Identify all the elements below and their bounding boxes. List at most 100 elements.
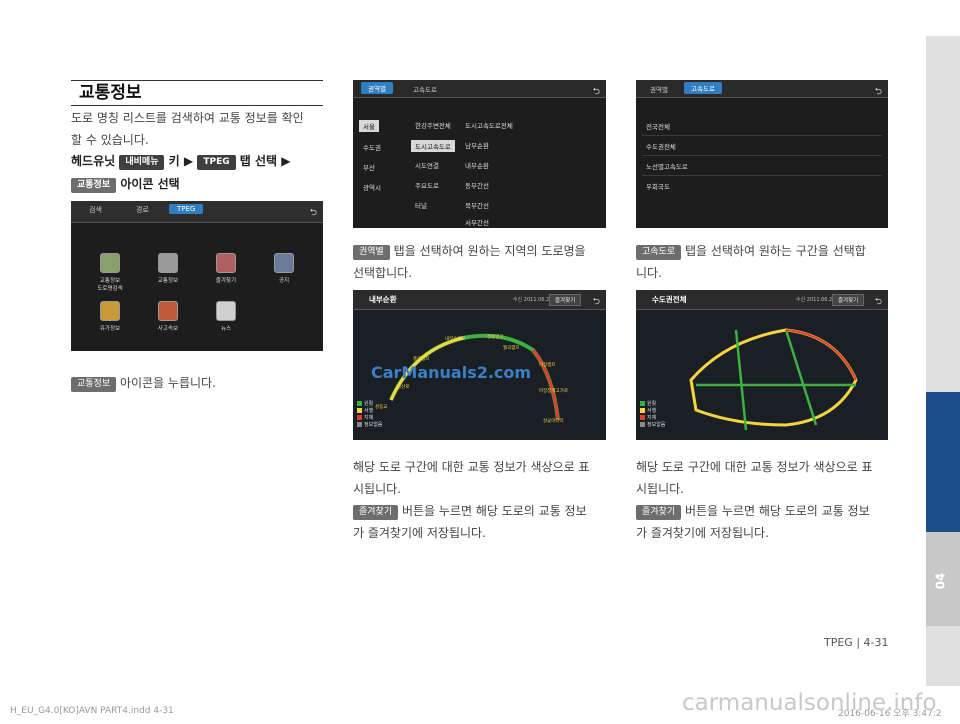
road-dongbu[interactable]: 동부간선 xyxy=(465,180,489,190)
road-segment-jam xyxy=(785,329,857,381)
legend-none: 정보없음 xyxy=(357,421,382,428)
cone-icon xyxy=(158,301,178,321)
highway-note-text: 탭을 선택하여 원하는 구간을 선택합 xyxy=(684,244,866,258)
head-unit-label: 헤드유닛 xyxy=(71,154,116,168)
road-tunnel[interactable]: 터널 xyxy=(415,200,427,210)
intro-line-2: 할 수 있습니다. xyxy=(71,133,149,147)
item-label: 교통정보 도로명검색 xyxy=(97,278,123,292)
notice-button[interactable]: 공지 xyxy=(259,253,309,284)
item-label: 공지 xyxy=(278,278,290,284)
fuel-icon xyxy=(100,301,120,321)
map-label: 홍은램프 xyxy=(413,357,430,362)
tab-highway[interactable]: 고속도로 xyxy=(684,82,722,94)
item-label: 교통정보 xyxy=(157,278,179,284)
region-busan[interactable]: 부산 xyxy=(363,162,375,172)
right-map-description: 해당 도로 구간에 대한 교통 정보가 색상으로 표 시됩니다. 즐겨찾기 버튼… xyxy=(636,456,892,544)
divider xyxy=(642,175,882,176)
step-line-2: 교통정보 아이콘 선택 xyxy=(71,173,331,195)
legend-smooth: 원활 xyxy=(640,400,665,407)
traffic-info-button[interactable]: 교통정보 xyxy=(143,253,193,284)
tpeg-tabbar: 검색 경로 TPEG ⮌ xyxy=(71,201,323,223)
map-label: 살곶이다리 xyxy=(543,419,564,424)
highway-note: 고속도로 탭을 선택하여 원하는 구간을 선택합 니다. xyxy=(636,240,892,284)
chapter-number: 04 xyxy=(933,572,948,590)
traffic-info-tag: 교통정보 xyxy=(71,377,117,392)
press-note: 교통정보 아이콘을 누릅니다. xyxy=(71,372,331,394)
press-note-text: 아이콘을 누릅니다. xyxy=(119,376,216,390)
traffic-light-icon xyxy=(158,253,178,273)
tab-search[interactable]: 검색 xyxy=(89,205,102,215)
tpeg-menu-screenshot: 검색 경로 TPEG ⮌ 교통정보 도로명검색 교통정보 즐겨찾기 공지 유가정… xyxy=(71,201,323,351)
legend-slow: 서행 xyxy=(640,407,665,414)
road-urban-expressway[interactable]: 도시고속도로 xyxy=(411,140,455,152)
highway-tabbar: 권역별 고속도로 ⮌ xyxy=(636,80,888,98)
road-bukbu[interactable]: 북부간선 xyxy=(465,200,489,210)
intro-line-1: 도로 명칭 리스트를 검색하여 교통 정보를 확인 xyxy=(71,111,304,125)
desc-line: 해당 도로 구간에 대한 교통 정보가 색상으로 표 xyxy=(636,460,873,474)
step-line-1: 헤드유닛 내비메뉴 키 ▶ TPEG 탭 선택 ▶ xyxy=(71,150,331,172)
road-main[interactable]: 주요도로 xyxy=(415,180,439,190)
divider xyxy=(642,135,882,136)
highway-detour[interactable]: 우회국도 xyxy=(646,181,670,191)
legend-slow: 서행 xyxy=(357,407,382,414)
road-seobu[interactable]: 서부간선 xyxy=(465,217,489,227)
tab-tpeg[interactable]: TPEG xyxy=(169,204,204,214)
tab-highway[interactable]: 고속도로 xyxy=(413,84,437,94)
region-metro[interactable]: 광역시 xyxy=(363,182,381,192)
favorites-button[interactable]: 즐겨찾기 xyxy=(201,253,251,284)
megaphone-icon xyxy=(274,253,294,273)
desc-line: 시됩니다. xyxy=(353,482,401,496)
region-note-line-1: 권역별 탭을 선택하여 원하는 지역의 도로명을 xyxy=(353,240,609,262)
site-watermark: carmanualsonline.info xyxy=(682,690,937,716)
highway-list-screenshot: 권역별 고속도로 ⮌ 전국전체 수도권전체 노선별고속도로 우회국도 xyxy=(636,80,888,228)
icon-select-label: 아이콘 선택 xyxy=(120,177,180,191)
map-legend: 원활 서행 지체 정보없음 xyxy=(640,400,665,428)
region-list-screenshot: 권역별 고속도로 ⮌ 서울 수도권 부산 광역시 한강주변전체 도시고속도로 시… xyxy=(353,80,606,228)
tab-region[interactable]: 권역별 xyxy=(650,84,668,94)
desc-line: 가 즐겨찾기에 저장됩니다. xyxy=(636,526,769,540)
desc-line: 가 즐겨찾기에 저장됩니다. xyxy=(353,526,486,540)
road-segment-jam xyxy=(531,349,560,421)
print-imprint: H_EU_G4.0[KO]AVN PART4.indd 4-31 xyxy=(10,706,174,716)
back-icon[interactable]: ⮌ xyxy=(875,84,882,100)
fuel-price-button[interactable]: 유가정보 xyxy=(85,301,135,332)
region-capital[interactable]: 수도권 xyxy=(363,142,381,152)
region-tabbar: 권역별 고속도로 ⮌ xyxy=(353,80,606,98)
road-ring-slow xyxy=(689,328,858,427)
item-label: 사고속보 xyxy=(157,326,179,332)
road-nambu[interactable]: 남부순환 xyxy=(465,140,489,150)
tab-region[interactable]: 권역별 xyxy=(361,82,393,94)
highway-by-route[interactable]: 노선별고속도로 xyxy=(646,161,688,171)
desc-line: 즐겨찾기 버튼을 누르면 해당 도로의 교통 정보 xyxy=(353,500,609,522)
region-note-line-2: 선택합니다. xyxy=(353,266,413,280)
desc-line: 해당 도로 구간에 대한 교통 정보가 색상으로 표 xyxy=(353,460,590,474)
road-expressway-all[interactable]: 도시고속도로전체 xyxy=(465,120,513,130)
tab-route[interactable]: 경로 xyxy=(136,205,149,215)
item-label: 유가정보 xyxy=(99,326,121,332)
region-seoul[interactable]: 서울 xyxy=(359,120,379,132)
desc-line: 즐겨찾기 버튼을 누르면 해당 도로의 교통 정보 xyxy=(636,500,892,522)
region-note-text: 탭을 선택하여 원하는 지역의 도로명을 xyxy=(393,244,586,258)
left-map-description: 해당 도로 구간에 대한 교통 정보가 색상으로 표 시됩니다. 즐겨찾기 버튼… xyxy=(353,456,609,544)
traffic-road-search-button[interactable]: 교통정보 도로명검색 xyxy=(85,253,135,292)
news-button[interactable]: 뉴스 xyxy=(201,301,251,332)
favorites-tag: 즐겨찾기 xyxy=(353,505,399,520)
road-segment-smooth xyxy=(696,329,856,431)
highway-note-line-1: 고속도로 탭을 선택하여 원하는 구간을 선택합 xyxy=(636,240,892,262)
favorites-tag: 즐겨찾기 xyxy=(636,505,682,520)
highway-capital-all[interactable]: 수도권전체 xyxy=(646,141,676,151)
highway-national-all[interactable]: 전국전체 xyxy=(646,121,670,131)
map-label: 월곡램프 xyxy=(503,346,520,351)
road-city-link[interactable]: 시도연결 xyxy=(415,160,439,170)
accident-news-button[interactable]: 사고속보 xyxy=(143,301,193,332)
back-icon[interactable]: ⮌ xyxy=(310,205,317,221)
legend-smooth: 원활 xyxy=(357,400,382,407)
road-han-river[interactable]: 한강주변전체 xyxy=(415,120,451,130)
chapter-marker xyxy=(926,392,960,532)
back-icon[interactable]: ⮌ xyxy=(593,84,600,100)
page-number: TPEG | 4-31 xyxy=(824,636,889,649)
map-label: 마장청계고가로 xyxy=(539,389,568,394)
road-network-map xyxy=(689,328,858,431)
road-naebu[interactable]: 내부순환 xyxy=(465,160,489,170)
region-tag: 권역별 xyxy=(353,245,390,260)
